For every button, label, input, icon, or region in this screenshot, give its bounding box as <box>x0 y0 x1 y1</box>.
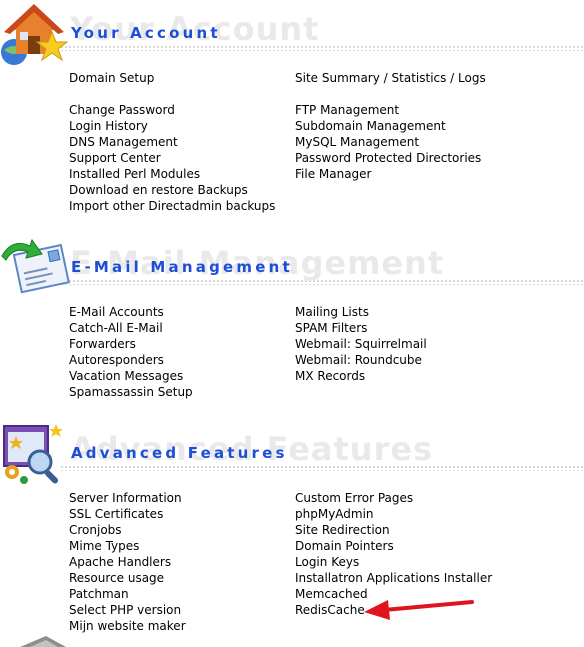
envelope-arrow-icon <box>1 238 70 294</box>
cronjobs-link[interactable]: Cronjobs <box>69 522 186 538</box>
support-center-link[interactable]: Support Center <box>69 150 275 166</box>
select-php-version-link[interactable]: Select PHP version <box>69 602 186 618</box>
email-accounts-link[interactable]: E-Mail Accounts <box>69 304 193 320</box>
section-header: E-Mail Management E-Mail Management <box>0 234 584 294</box>
login-keys-link[interactable]: Login Keys <box>295 554 492 570</box>
right-link-column: Mailing Lists SPAM Filters Webmail: Squi… <box>295 304 427 384</box>
spamassassin-setup-link[interactable]: Spamassassin Setup <box>69 384 193 400</box>
domain-pointers-link[interactable]: Domain Pointers <box>295 538 492 554</box>
webmail-squirrelmail-link[interactable]: Webmail: Squirrelmail <box>295 336 427 352</box>
forwarders-link[interactable]: Forwarders <box>69 336 193 352</box>
left-link-column: Domain Setup Change Password Login Histo… <box>69 70 275 214</box>
left-link-column: Server Information SSL Certificates Cron… <box>69 490 186 634</box>
window-magnifier-icon <box>3 424 63 484</box>
subdomain-management-link[interactable]: Subdomain Management <box>295 118 486 134</box>
file-manager-link[interactable]: File Manager <box>295 166 486 182</box>
site-summary-link[interactable]: Site Summary / Statistics / Logs <box>295 70 486 86</box>
section-header: Advanced Features Advanced Features <box>0 420 584 484</box>
dns-management-link[interactable]: DNS Management <box>69 134 275 150</box>
mx-records-link[interactable]: MX Records <box>295 368 427 384</box>
catch-all-email-link[interactable]: Catch-All E-Mail <box>69 320 193 336</box>
server-information-link[interactable]: Server Information <box>69 490 186 506</box>
house-globe-star-icon <box>1 4 69 65</box>
phpmyadmin-link[interactable]: phpMyAdmin <box>295 506 492 522</box>
apache-handlers-link[interactable]: Apache Handlers <box>69 554 186 570</box>
mime-types-link[interactable]: Mime Types <box>69 538 186 554</box>
ftp-management-link[interactable]: FTP Management <box>295 102 486 118</box>
left-link-column: E-Mail Accounts Catch-All E-Mail Forward… <box>69 304 193 400</box>
vacation-messages-link[interactable]: Vacation Messages <box>69 368 193 384</box>
mysql-management-link[interactable]: MySQL Management <box>295 134 486 150</box>
ssl-certificates-link[interactable]: SSL Certificates <box>69 506 186 522</box>
site-redirection-link[interactable]: Site Redirection <box>295 522 492 538</box>
import-directadmin-backups-link[interactable]: Import other Directadmin backups <box>69 198 275 214</box>
mailing-lists-link[interactable]: Mailing Lists <box>295 304 427 320</box>
domain-setup-link[interactable]: Domain Setup <box>69 70 275 86</box>
installed-perl-modules-link[interactable]: Installed Perl Modules <box>69 166 275 182</box>
section-title: Your Account <box>71 24 221 42</box>
section-title: Advanced Features <box>71 444 288 462</box>
resource-usage-link[interactable]: Resource usage <box>69 570 186 586</box>
password-protected-directories-link[interactable]: Password Protected Directories <box>295 150 486 166</box>
custom-error-pages-link[interactable]: Custom Error Pages <box>295 490 492 506</box>
section-header: Your Account Your Account <box>0 0 584 65</box>
mijn-website-maker-link[interactable]: Mijn website maker <box>69 618 186 634</box>
installatron-applications-installer-link[interactable]: Installatron Applications Installer <box>295 570 492 586</box>
login-history-link[interactable]: Login History <box>69 118 275 134</box>
red-arrow-annotation <box>364 600 474 620</box>
spam-filters-link[interactable]: SPAM Filters <box>295 320 427 336</box>
right-link-column: Site Summary / Statistics / Logs FTP Man… <box>295 70 486 182</box>
section-title: E-Mail Management <box>71 258 293 276</box>
patchman-link[interactable]: Patchman <box>69 586 186 602</box>
autoresponders-link[interactable]: Autoresponders <box>69 352 193 368</box>
webmail-roundcube-link[interactable]: Webmail: Roundcube <box>295 352 427 368</box>
change-password-link[interactable]: Change Password <box>69 102 275 118</box>
download-restore-backups-link[interactable]: Download en restore Backups <box>69 182 275 198</box>
next-section-icon <box>20 636 66 647</box>
